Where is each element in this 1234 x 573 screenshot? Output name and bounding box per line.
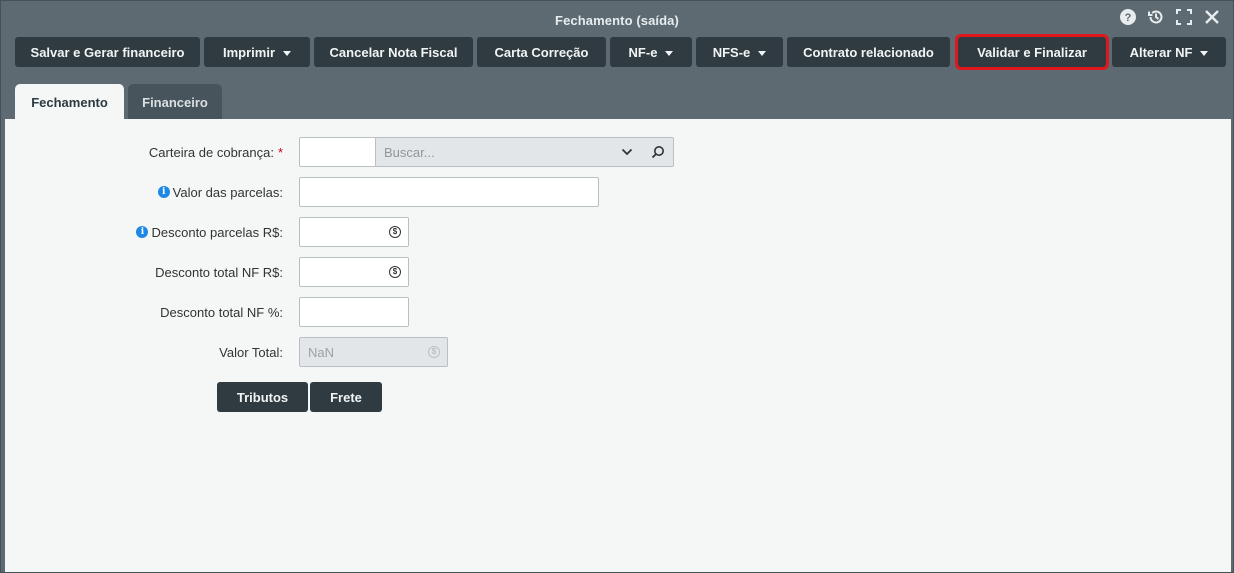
tab-financeiro[interactable]: Financeiro — [128, 84, 222, 120]
currency-icon: $ — [389, 266, 401, 278]
currency-icon: $ — [428, 346, 440, 358]
desconto-parcelas-input[interactable]: $ — [299, 217, 409, 247]
nfse-button[interactable]: NFS-e — [696, 37, 783, 67]
window-controls: ? — [1119, 8, 1221, 26]
salvar-gerar-financeiro-label: Salvar e Gerar financeiro — [30, 44, 185, 60]
carteira-label-text: Carteira de cobrança: — [148, 144, 274, 160]
desconto-total-rs-label: Desconto total NF R$: — [155, 265, 283, 280]
search-icon[interactable] — [651, 145, 665, 162]
caret-down-icon — [758, 50, 767, 56]
valor-parcelas-input[interactable] — [299, 177, 599, 207]
carta-correcao-label: Carta Correção — [494, 44, 589, 60]
nfse-label: NFS-e — [712, 44, 751, 60]
desconto-parcelas-row: i Desconto parcelas R$: — [5, 217, 1231, 247]
desconto-total-pct-label: Desconto total NF %: — [160, 305, 283, 320]
tributos-label: Tributos — [236, 389, 289, 405]
desconto-total-pct-label-text: Desconto total NF %: — [160, 304, 283, 320]
tab-fechamento-label: Fechamento — [31, 94, 108, 110]
valor-parcelas-label: i Valor das parcelas: — [157, 184, 283, 200]
valor-parcelas-label-text: Valor das parcelas: — [172, 184, 283, 200]
tab-financeiro-label: Financeiro — [142, 94, 208, 110]
caret-down-icon — [283, 50, 291, 56]
required-mark: * — [277, 144, 283, 160]
caret-down-icon — [665, 50, 674, 56]
imprimir-button[interactable]: Imprimir — [204, 37, 310, 67]
info-icon[interactable]: i — [136, 226, 149, 238]
validar-finalizar-button[interactable]: Validar e Finalizar — [955, 34, 1109, 70]
help-icon[interactable]: ? — [1119, 8, 1137, 26]
currency-icon: $ — [389, 226, 401, 238]
desconto-total-rs-label-text: Desconto total NF R$: — [155, 264, 283, 280]
svg-text:?: ? — [1125, 12, 1132, 24]
valor-total-label: Valor Total: — [219, 345, 283, 360]
desconto-parcelas-label-text: Desconto parcelas R$: — [151, 224, 283, 240]
valor-parcelas-row: i Valor das parcelas: — [5, 177, 1231, 207]
carta-correcao-button[interactable]: Carta Correção — [477, 37, 606, 67]
carteira-code-input[interactable] — [299, 137, 377, 167]
nfe-button[interactable]: NF-e — [610, 37, 692, 67]
desconto-total-rs-input[interactable]: $ — [299, 257, 409, 287]
close-icon[interactable] — [1203, 8, 1221, 26]
chevron-down-icon[interactable] — [621, 146, 633, 161]
fechamento-form: Carteira de cobrança: * Buscar... i Valo… — [5, 119, 1231, 572]
validar-finalizar-label: Validar e Finalizar — [977, 44, 1087, 60]
desconto-parcelas-label: i Desconto parcelas R$: — [136, 225, 283, 240]
carteira-label: Carteira de cobrança: * — [149, 145, 283, 160]
fechamento-window: Fechamento (saída) ? Salvar e Gerar fina… — [0, 0, 1234, 573]
contrato-relacionado-button[interactable]: Contrato relacionado — [787, 37, 950, 67]
caret-down-icon — [1200, 50, 1209, 56]
carteira-search-placeholder: Buscar... — [384, 145, 435, 160]
salvar-gerar-financeiro-button[interactable]: Salvar e Gerar financeiro — [15, 37, 200, 67]
tributos-button[interactable]: Tributos — [217, 382, 308, 412]
history-icon[interactable] — [1147, 8, 1165, 26]
info-icon[interactable]: i — [157, 186, 170, 198]
frete-button[interactable]: Frete — [310, 382, 382, 412]
window-title: Fechamento (saída) — [555, 13, 679, 28]
cancelar-nota-fiscal-button[interactable]: Cancelar Nota Fiscal — [314, 37, 473, 67]
desconto-total-pct-input[interactable] — [299, 297, 409, 327]
desconto-total-pct-row: Desconto total NF %: — [5, 297, 1231, 327]
alterar-nf-label: Alterar NF — [1129, 44, 1193, 60]
desconto-total-rs-row: Desconto total NF R$: — [5, 257, 1231, 287]
valor-total-row: Valor Total: — [5, 337, 1231, 367]
nfe-label: NF-e — [628, 44, 658, 60]
contrato-relacionado-label: Contrato relacionado — [803, 44, 934, 60]
alterar-nf-button[interactable]: Alterar NF — [1112, 37, 1226, 67]
tab-bar: Fechamento Financeiro — [15, 84, 222, 120]
title-bar: Fechamento (saída) ? — [1, 1, 1233, 37]
cancelar-nota-fiscal-label: Cancelar Nota Fiscal — [329, 44, 458, 60]
frete-label: Frete — [330, 389, 362, 405]
maximize-icon[interactable] — [1175, 8, 1193, 26]
toolbar: Salvar e Gerar financeiro Imprimir Cance… — [15, 34, 1226, 70]
valor-total-value: NaN — [308, 345, 335, 360]
tab-fechamento[interactable]: Fechamento — [15, 84, 124, 120]
valor-total-label-text: Valor Total: — [219, 344, 283, 360]
carteira-search-input[interactable]: Buscar... — [375, 137, 674, 167]
valor-total-input: NaN $ — [299, 337, 448, 367]
imprimir-label: Imprimir — [222, 44, 275, 60]
